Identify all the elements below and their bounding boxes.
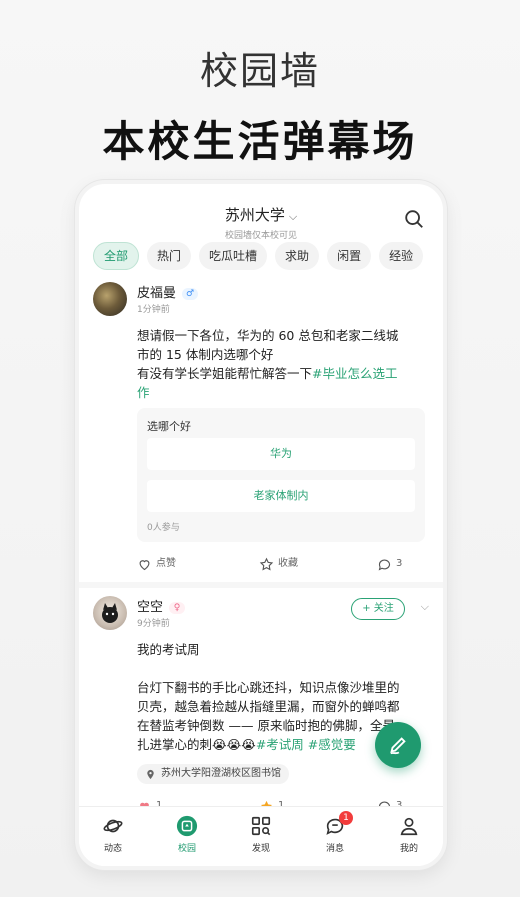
poll-title: 选哪个好 xyxy=(147,420,191,433)
post-author[interactable]: 空空 ♀ xyxy=(137,596,186,615)
post-text-line: 扎进掌心的刺😭😭😭 xyxy=(137,737,256,752)
category-tabs: 全部 热门 吃瓜吐槽 求助 闲置 经验 xyxy=(93,242,424,270)
poll-option-huawei[interactable]: 华为 xyxy=(147,438,415,470)
post-text-line: 市的 15 体制内选哪个好 xyxy=(137,347,274,362)
nav-messages[interactable]: 1 消息 xyxy=(305,811,365,854)
nav-label: 动态 xyxy=(103,844,122,854)
location-pin-icon xyxy=(147,769,154,779)
hero-title: 校园墙 xyxy=(199,49,320,93)
school-icon xyxy=(176,815,198,837)
location-tag[interactable]: 苏州大学阳澄湖校区图书馆 xyxy=(137,764,289,784)
post-text-line: 台灯下翻书的手比心跳还抖，知识点像沙堆里的 xyxy=(137,680,400,695)
hero-subtitle: 本校生活弹幕场 xyxy=(102,117,418,166)
favorite-button[interactable]: 收藏 xyxy=(259,554,298,574)
tab-gossip[interactable]: 吃瓜吐槽 xyxy=(199,242,268,270)
nav-me[interactable]: 我的 xyxy=(379,815,439,854)
hashtag-link[interactable]: #感觉要 xyxy=(308,737,356,752)
female-icon: ♀ xyxy=(169,601,186,614)
search-icon[interactable] xyxy=(403,208,425,230)
pen-icon xyxy=(390,737,406,755)
person-icon xyxy=(400,817,418,836)
follow-button[interactable]: + 关注 xyxy=(351,598,405,620)
location-text: 苏州大学阳澄湖校区图书馆 xyxy=(161,768,281,779)
tab-all[interactable]: 全部 xyxy=(93,242,140,270)
nav-label: 我的 xyxy=(399,844,418,854)
hashtag-link[interactable]: #毕业怎么选工 xyxy=(312,366,397,381)
avatar[interactable] xyxy=(93,282,127,316)
post-time: 9分钟前 xyxy=(137,619,170,629)
post-time: 1分钟前 xyxy=(137,305,170,315)
nav-feed[interactable]: 动态 xyxy=(83,815,143,854)
nav-discover[interactable]: 发现 xyxy=(231,815,291,854)
school-name: 苏州大学 xyxy=(224,206,285,224)
hashtag-link[interactable]: 作 xyxy=(137,383,427,402)
nav-label: 消息 xyxy=(325,844,344,854)
tab-idle[interactable]: 闲置 xyxy=(327,242,372,270)
star-icon xyxy=(259,557,274,570)
bottom-nav: 动态 校园 发现 1 消息 我的 xyxy=(79,806,443,866)
phone-frame: 苏州大学 ⌵ 校园墙仅本校可见 全部 热门 吃瓜吐槽 求助 闲置 经验 皮福曼 ♂ … xyxy=(75,180,447,870)
school-selector[interactable]: 苏州大学 ⌵ xyxy=(79,204,443,225)
author-name: 空空 xyxy=(137,600,164,615)
author-name: 皮福曼 xyxy=(137,286,177,301)
divider xyxy=(79,582,443,588)
comment-count: 3 xyxy=(396,558,403,569)
poll-participants: 0人参与 xyxy=(147,523,180,533)
post-author[interactable]: 皮福曼 ♂ xyxy=(137,282,199,301)
heart-icon xyxy=(139,559,150,570)
post-text[interactable]: 想请假一下各位，华为的 60 总包和老家二线城 市的 15 体制内选哪个好 有没… xyxy=(137,326,427,402)
chevron-down-icon[interactable]: ⌵ xyxy=(421,600,429,614)
tab-help[interactable]: 求助 xyxy=(275,242,320,270)
hashtag-link[interactable]: #考试周 xyxy=(256,737,304,752)
unread-badge: 1 xyxy=(339,811,353,825)
comment-icon xyxy=(378,559,391,571)
app-screen: 苏州大学 ⌵ 校园墙仅本校可见 全部 热门 吃瓜吐槽 求助 闲置 经验 皮福曼 ♂ … xyxy=(79,184,443,866)
post-actions: 点赞 收藏 3 xyxy=(137,554,427,574)
chevron-down-icon: ⌵ xyxy=(288,210,298,223)
top-bar: 苏州大学 ⌵ 校园墙仅本校可见 xyxy=(79,200,443,244)
nav-label: 发现 xyxy=(251,844,270,854)
like-label: 点赞 xyxy=(156,558,176,569)
compose-button[interactable] xyxy=(375,722,421,768)
poll-card: 选哪个好 华为 老家体制内 0人参与 xyxy=(137,408,425,542)
visibility-note: 校园墙仅本校可见 xyxy=(224,231,297,241)
post-text-line: 有没有学长学姐能帮忙解答一下 xyxy=(137,366,313,381)
male-icon: ♂ xyxy=(182,287,199,300)
nav-campus[interactable]: 校园 xyxy=(157,815,217,854)
post-text-line: 我的考试周 xyxy=(137,642,200,657)
cat-avatar-icon xyxy=(102,603,118,623)
post-text-line: 想请假一下各位，华为的 60 总包和老家二线城 xyxy=(137,328,399,343)
post-text-line: 贝壳，越急着捡越从指缝里漏，而窗外的蝉鸣都 xyxy=(137,699,400,714)
tab-hot[interactable]: 热门 xyxy=(147,242,192,270)
tab-experience[interactable]: 经验 xyxy=(379,242,424,270)
poll-option-hometown[interactable]: 老家体制内 xyxy=(147,480,415,512)
like-button[interactable]: 点赞 xyxy=(137,554,176,574)
planet-icon xyxy=(103,819,123,833)
grid-search-icon xyxy=(251,816,271,836)
comment-button[interactable]: 3 xyxy=(377,554,402,574)
avatar[interactable] xyxy=(93,596,127,630)
nav-label: 校园 xyxy=(177,844,196,854)
favorite-label: 收藏 xyxy=(278,558,298,569)
